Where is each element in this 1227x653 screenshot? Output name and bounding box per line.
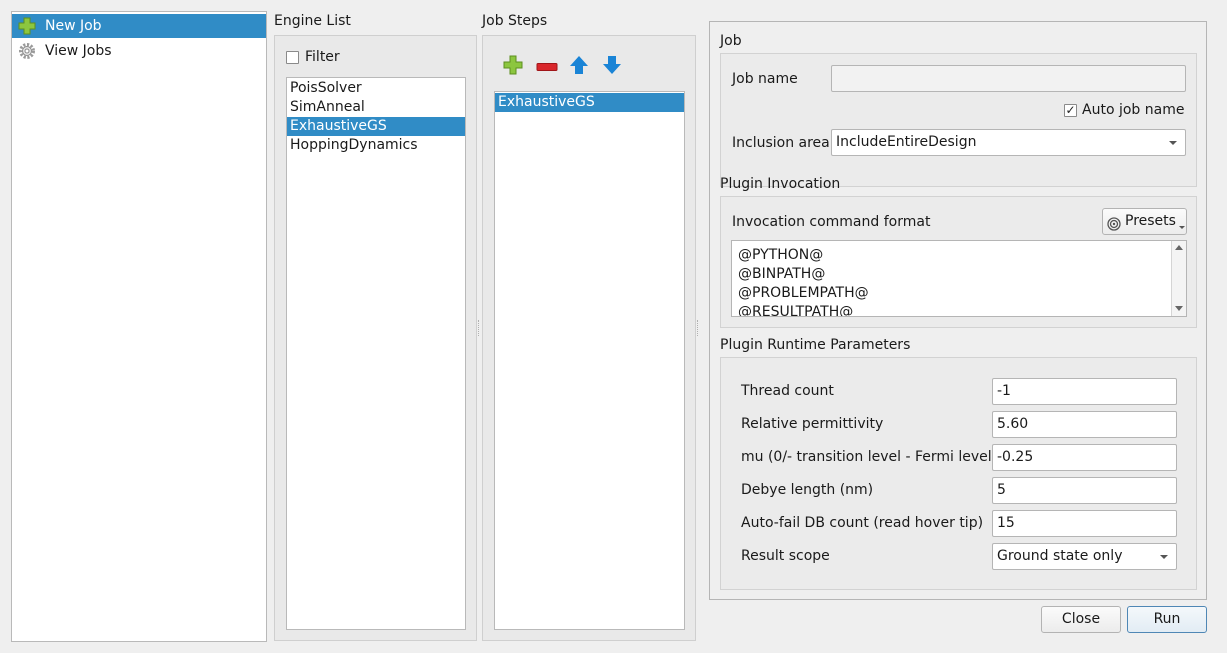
engine-list-item[interactable]: HoppingDynamics <box>287 136 465 155</box>
nav-list: New Job View Jobs <box>11 11 267 642</box>
param-label: Auto-fail DB count (read hover tip) <box>741 515 984 531</box>
command-line: @PYTHON@ <box>738 247 824 263</box>
runtime-params-group: Thread count -1 Relative permittivity 5.… <box>720 357 1197 590</box>
engine-list: PoisSolver SimAnneal ExhaustiveGS Hoppin… <box>286 77 466 630</box>
result-scope-select[interactable]: Ground state only <box>992 543 1177 570</box>
settings-panel: Job Job name ✓ Auto job name Inclusion a… <box>709 21 1207 600</box>
command-format-textarea[interactable]: @PYTHON@ @BINPATH@ @PROBLEMPATH@ @RESULT… <box>731 240 1187 317</box>
job-group: Job name ✓ Auto job name Inclusion area … <box>720 53 1197 187</box>
presets-icon <box>1107 215 1121 231</box>
plus-icon <box>18 17 36 35</box>
chevron-down-icon <box>1169 141 1177 145</box>
engine-list-item[interactable]: SimAnneal <box>287 98 465 117</box>
relative-permittivity-input[interactable]: 5.60 <box>992 411 1177 438</box>
nav-item-new-job[interactable]: New Job <box>12 14 266 38</box>
inclusion-area-label: Inclusion area <box>732 135 830 151</box>
result-scope-label: Result scope <box>741 548 830 564</box>
command-format-label: Invocation command format <box>732 214 931 230</box>
presets-button[interactable]: Presets <box>1102 208 1187 235</box>
auto-job-name-label: Auto job name <box>1082 102 1185 118</box>
splitter-handle[interactable] <box>478 320 481 336</box>
command-line: @RESULTPATH@ <box>738 304 854 317</box>
engine-list-group: Filter PoisSolver SimAnneal ExhaustiveGS… <box>274 35 477 641</box>
job-name-input[interactable] <box>831 65 1186 92</box>
move-up-arrow-icon[interactable] <box>569 55 589 75</box>
nav-item-view-jobs[interactable]: View Jobs <box>12 39 266 63</box>
engine-list-title: Engine List <box>274 13 351 29</box>
auto-job-name-checkbox[interactable]: ✓ <box>1064 104 1077 117</box>
command-line: @BINPATH@ <box>738 266 826 282</box>
runtime-params-title: Plugin Runtime Parameters <box>720 337 911 353</box>
param-label: Debye length (nm) <box>741 482 874 498</box>
move-down-arrow-icon[interactable] <box>602 55 622 75</box>
plugin-invocation-group: Invocation command format Presets @PYTHO… <box>720 196 1197 328</box>
auto-fail-db-count-input[interactable]: 15 <box>992 510 1177 537</box>
chevron-down-icon <box>1179 226 1185 229</box>
close-button[interactable]: Close <box>1041 606 1121 633</box>
splitter-handle[interactable] <box>697 320 700 336</box>
presets-label: Presets <box>1125 213 1176 229</box>
remove-step-button[interactable] <box>536 60 558 71</box>
inclusion-area-value: IncludeEntireDesign <box>836 134 977 150</box>
job-step-item[interactable]: ExhaustiveGS <box>495 93 684 112</box>
filter-label: Filter <box>305 49 340 65</box>
result-scope-value: Ground state only <box>997 548 1123 564</box>
job-section-title: Job <box>720 33 742 49</box>
job-name-label: Job name <box>732 71 798 87</box>
param-label: mu (0/- transition level - Fermi level) <box>741 449 998 465</box>
param-label: Relative permittivity <box>741 416 884 432</box>
filter-checkbox[interactable] <box>286 51 299 64</box>
thread-count-input[interactable]: -1 <box>992 378 1177 405</box>
mu-input[interactable]: -0.25 <box>992 444 1177 471</box>
job-steps-title: Job Steps <box>482 13 548 29</box>
add-step-button[interactable] <box>503 55 523 75</box>
scroll-down-arrow-icon[interactable] <box>1175 306 1183 311</box>
engine-list-item[interactable]: PoisSolver <box>287 79 465 98</box>
engine-list-item[interactable]: ExhaustiveGS <box>287 117 465 136</box>
inclusion-area-select[interactable]: IncludeEntireDesign <box>831 129 1186 156</box>
chevron-down-icon <box>1160 555 1168 559</box>
job-steps-group: ExhaustiveGS <box>482 35 696 641</box>
nav-item-label: View Jobs <box>45 43 112 59</box>
command-line: @PROBLEMPATH@ <box>738 285 869 301</box>
job-steps-list: ExhaustiveGS <box>494 91 685 630</box>
gear-icon <box>18 42 36 60</box>
plugin-invocation-title: Plugin Invocation <box>720 176 841 192</box>
textarea-scrollbar[interactable] <box>1171 241 1186 316</box>
run-button[interactable]: Run <box>1127 606 1207 633</box>
scroll-up-arrow-icon[interactable] <box>1175 245 1183 250</box>
param-label: Thread count <box>741 383 834 399</box>
debye-length-input[interactable]: 5 <box>992 477 1177 504</box>
nav-item-label: New Job <box>45 18 102 34</box>
